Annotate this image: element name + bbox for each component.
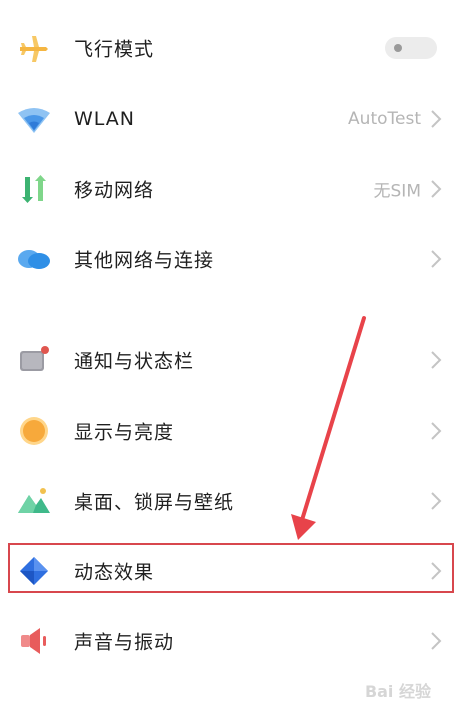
setting-label: 动态效果 (74, 561, 155, 584)
setting-label: 声音与振动 (74, 631, 175, 654)
setting-row-wlan[interactable]: WLAN AutoTest (0, 84, 459, 154)
chevron-right-icon (429, 630, 443, 652)
chevron-right-icon (429, 178, 443, 200)
wifi-icon (16, 101, 52, 137)
setting-label: 通知与状态栏 (74, 350, 195, 373)
setting-label: WLAN (74, 108, 136, 130)
wallpaper-icon (16, 483, 52, 519)
watermark: Bai 经验 (364, 682, 431, 701)
chevron-right-icon (429, 490, 443, 512)
wlan-network-name: AutoTest (348, 109, 421, 129)
cloud-connection-icon (16, 241, 52, 277)
airplane-icon (16, 30, 52, 66)
setting-label: 其他网络与连接 (74, 249, 215, 272)
setting-row-wallpaper[interactable]: 桌面、锁屏与壁纸 (0, 466, 459, 536)
setting-row-display[interactable]: 显示与亮度 (0, 396, 459, 466)
setting-label: 桌面、锁屏与壁纸 (74, 491, 235, 514)
chevron-right-icon (429, 349, 443, 371)
chevron-right-icon (429, 420, 443, 442)
toggle-knob (394, 44, 402, 52)
mobile-network-icon (16, 171, 52, 207)
setting-label: 显示与亮度 (74, 421, 175, 444)
brightness-icon (16, 413, 52, 449)
setting-row-notifications[interactable]: 通知与状态栏 (0, 325, 459, 395)
setting-row-motion-effects[interactable]: 动态效果 (0, 536, 459, 606)
setting-label: 飞行模式 (74, 38, 155, 61)
chevron-right-icon (429, 248, 443, 270)
setting-label: 移动网络 (74, 179, 155, 202)
setting-row-other-networks[interactable]: 其他网络与连接 (0, 224, 459, 294)
setting-row-airplane-mode[interactable]: 飞行模式 (0, 13, 459, 83)
airplane-mode-toggle[interactable] (385, 37, 437, 59)
motion-effects-icon (16, 553, 52, 589)
sim-status: 无SIM (373, 181, 421, 202)
chevron-right-icon (429, 108, 443, 130)
setting-row-sound[interactable]: 声音与振动 (0, 606, 459, 676)
sound-icon (16, 623, 52, 659)
setting-row-mobile-network[interactable]: 移动网络 无SIM (0, 154, 459, 224)
chevron-right-icon (429, 560, 443, 582)
notification-icon (16, 342, 52, 378)
